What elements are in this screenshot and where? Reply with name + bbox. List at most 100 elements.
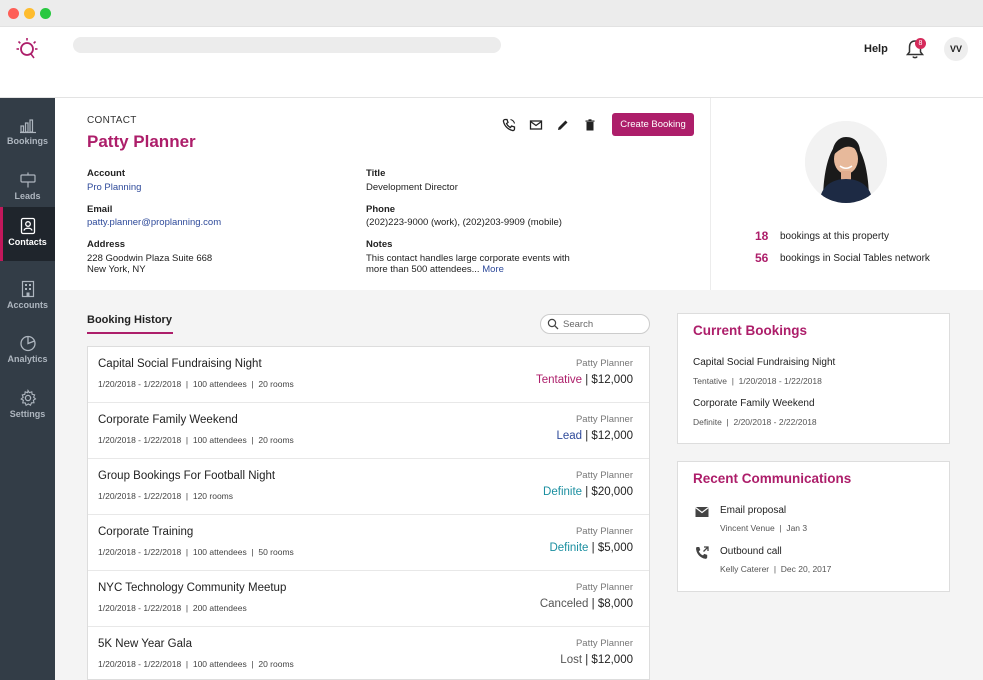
booking-owner: Patty Planner bbox=[575, 582, 633, 593]
account-label: Account bbox=[87, 168, 125, 179]
booking-status: Lost | $12,000 bbox=[560, 654, 633, 666]
table-row[interactable]: Group Bookings For Football Night 1/20/2… bbox=[88, 459, 649, 515]
booking-amount: | $12,000 bbox=[582, 430, 633, 442]
email-link[interactable]: patty.planner@proplanning.com bbox=[87, 217, 221, 228]
title-value: Development Director bbox=[366, 182, 458, 193]
sign-icon bbox=[19, 172, 36, 188]
building-icon bbox=[21, 280, 34, 298]
contact-photo bbox=[805, 121, 887, 203]
sidebar-item-bookings[interactable]: Bookings bbox=[0, 106, 55, 160]
close-window-button[interactable] bbox=[8, 8, 19, 19]
contact-name: Patty Planner bbox=[87, 132, 196, 151]
booking-meta: 1/20/2018 - 1/22/2018 | 100 attendees | … bbox=[98, 547, 294, 557]
window-titlebar bbox=[0, 0, 983, 27]
sidebar-item-settings[interactable]: Settings bbox=[0, 379, 55, 433]
sidebar-item-label: Analytics bbox=[7, 354, 48, 364]
booking-amount: | $12,000 bbox=[582, 654, 633, 666]
property-bookings-text: bookings at this property bbox=[780, 231, 889, 242]
address-line-2: New York, NY bbox=[87, 264, 146, 275]
contact-card-icon bbox=[20, 217, 35, 235]
sidebar: Bookings Leads Contacts Accounts Analyti… bbox=[0, 98, 55, 680]
create-booking-button[interactable]: Create Booking bbox=[612, 113, 694, 136]
pencil-icon[interactable] bbox=[556, 118, 570, 132]
sidebar-item-label: Leads bbox=[14, 191, 41, 201]
address-line-1: 228 Goodwin Plaza Suite 668 bbox=[87, 253, 213, 264]
notes-line-1: This contact handles large corporate eve… bbox=[366, 253, 570, 264]
sidebar-item-contacts[interactable]: Contacts bbox=[0, 207, 55, 261]
booking-owner: Patty Planner bbox=[575, 414, 633, 425]
gear-icon bbox=[19, 389, 36, 407]
communication-title[interactable]: Email proposal bbox=[720, 505, 786, 516]
mail-icon bbox=[695, 507, 709, 517]
minimize-window-button[interactable] bbox=[24, 8, 35, 19]
top-bar bbox=[0, 27, 983, 98]
booking-meta: 1/20/2018 - 1/22/2018 | 100 attendees | … bbox=[98, 379, 294, 389]
help-link[interactable]: Help bbox=[864, 43, 888, 55]
booking-title: 5K New Year Gala bbox=[98, 638, 192, 650]
booking-status: Definite | $20,000 bbox=[543, 486, 633, 498]
communication-meta: Vincent Venue | Jan 3 bbox=[720, 523, 808, 533]
phone-icon[interactable] bbox=[502, 118, 516, 132]
communication-meta: Kelly Caterer | Dec 20, 2017 bbox=[720, 564, 832, 574]
table-row[interactable]: Capital Social Fundraising Night 1/20/20… bbox=[88, 347, 649, 403]
sidebar-item-accounts[interactable]: Accounts bbox=[0, 270, 55, 324]
phone-value: (202)223-9000 (work), (202)203-9909 (mob… bbox=[366, 217, 562, 228]
network-bookings-text: bookings in Social Tables network bbox=[780, 253, 930, 264]
current-booking-meta: Tentative | 1/20/2018 - 1/22/2018 bbox=[693, 376, 822, 386]
booking-title: Corporate Training bbox=[98, 526, 194, 538]
booking-title: Corporate Family Weekend bbox=[98, 414, 238, 426]
table-row[interactable]: Corporate Family Weekend 1/20/2018 - 1/2… bbox=[88, 403, 649, 459]
booking-status: Tentative | $12,000 bbox=[536, 374, 633, 386]
sidebar-item-label: Settings bbox=[9, 409, 46, 419]
bar-chart-icon bbox=[19, 119, 36, 134]
sidebar-item-label: Contacts bbox=[8, 237, 47, 247]
mail-icon[interactable] bbox=[529, 118, 543, 132]
notification-count-badge: 8 bbox=[915, 38, 926, 49]
current-booking-title[interactable]: Corporate Family Weekend bbox=[693, 398, 815, 409]
booking-status: Definite | $5,000 bbox=[549, 542, 633, 554]
account-link[interactable]: Pro Planning bbox=[87, 182, 141, 193]
booking-amount: | $12,000 bbox=[582, 374, 633, 386]
search-input[interactable] bbox=[563, 317, 645, 331]
status-label: Canceled bbox=[539, 598, 589, 610]
booking-meta: 1/20/2018 - 1/22/2018 | 100 attendees | … bbox=[98, 659, 294, 669]
booking-owner: Patty Planner bbox=[575, 526, 633, 537]
status-label: Lead bbox=[556, 430, 583, 442]
app-logo-icon[interactable] bbox=[15, 36, 39, 60]
status-label: Definite bbox=[543, 486, 583, 498]
booking-amount: | $5,000 bbox=[588, 542, 633, 554]
notes-label: Notes bbox=[366, 239, 393, 250]
notes-more-link[interactable]: More bbox=[482, 264, 504, 275]
tab-booking-history[interactable]: Booking History bbox=[87, 314, 172, 326]
booking-meta: 1/20/2018 - 1/22/2018 | 120 rooms bbox=[98, 491, 233, 501]
property-bookings-count: 18 bbox=[755, 229, 769, 243]
booking-status: Canceled | $8,000 bbox=[540, 598, 633, 610]
table-row[interactable]: NYC Technology Community Meetup 1/20/201… bbox=[88, 571, 649, 627]
booking-amount: | $8,000 bbox=[588, 598, 633, 610]
search-icon bbox=[547, 318, 559, 330]
user-avatar[interactable]: VV bbox=[944, 37, 968, 61]
booking-title: NYC Technology Community Meetup bbox=[98, 582, 287, 594]
trash-icon[interactable] bbox=[583, 118, 597, 132]
sidebar-item-analytics[interactable]: Analytics bbox=[0, 324, 55, 378]
address-bar[interactable] bbox=[73, 37, 501, 53]
maximize-window-button[interactable] bbox=[40, 8, 51, 19]
notes-text: more than 500 attendees... bbox=[366, 264, 480, 275]
status-label: Tentative bbox=[536, 374, 583, 386]
booking-status: Lead | $12,000 bbox=[556, 430, 633, 442]
booking-title: Group Bookings For Football Night bbox=[98, 470, 276, 482]
current-booking-title[interactable]: Capital Social Fundraising Night bbox=[693, 357, 835, 368]
table-row[interactable]: Corporate Training 1/20/2018 - 1/22/2018… bbox=[88, 515, 649, 571]
current-bookings-title: Current Bookings bbox=[693, 323, 808, 338]
table-row[interactable]: 5K New Year Gala 1/20/2018 - 1/22/2018 |… bbox=[88, 627, 649, 679]
communication-title[interactable]: Outbound call bbox=[720, 546, 782, 557]
booking-owner: Patty Planner bbox=[575, 470, 633, 481]
recent-communications-title: Recent Communications bbox=[693, 471, 852, 486]
sidebar-item-label: Accounts bbox=[6, 300, 48, 310]
status-label: Definite bbox=[549, 542, 589, 554]
booking-amount: | $20,000 bbox=[582, 486, 633, 498]
booking-history-list: Capital Social Fundraising Night 1/20/20… bbox=[87, 346, 650, 680]
booking-meta: 1/20/2018 - 1/22/2018 | 200 attendees bbox=[98, 603, 247, 613]
notes-line-2: more than 500 attendees... More bbox=[366, 264, 504, 275]
booking-owner: Patty Planner bbox=[575, 638, 633, 649]
